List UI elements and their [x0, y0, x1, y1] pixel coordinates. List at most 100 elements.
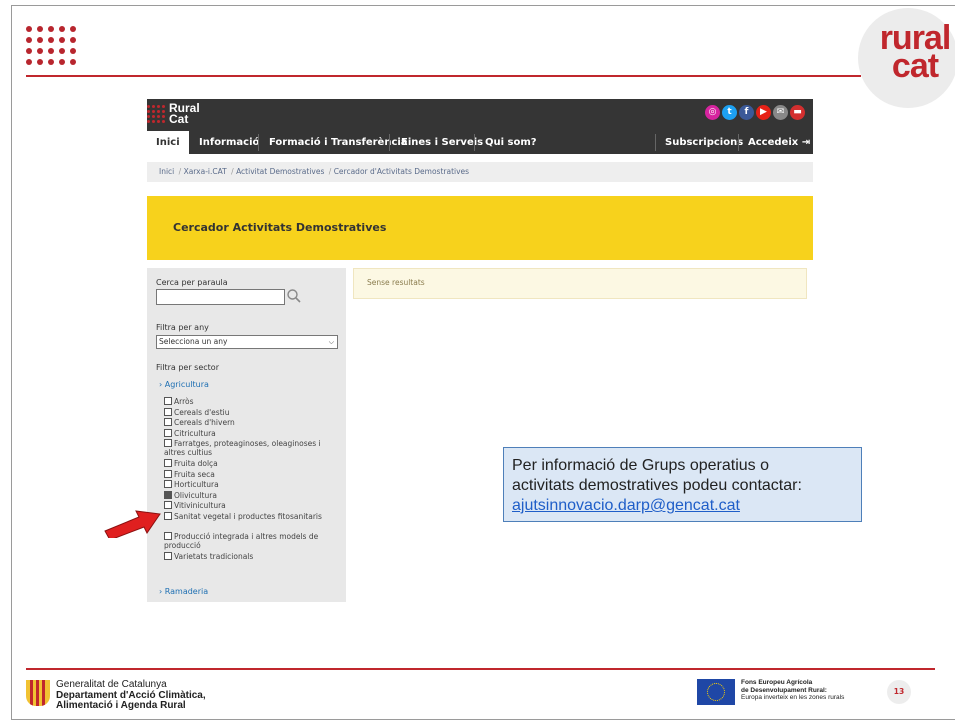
sector-option[interactable]: Olivicultura — [164, 490, 339, 500]
checkbox[interactable] — [164, 428, 172, 437]
nav-item-informacio[interactable]: Informació — [199, 131, 259, 154]
sector-option[interactable]: Cereals d'estiu — [164, 407, 339, 417]
feader-line3: Europa inverteix en les zones rurals — [741, 694, 845, 701]
contact-email-link[interactable]: ajutsinnovacio.darp@gencat.cat — [512, 497, 740, 514]
catalan-shield-icon — [26, 680, 50, 706]
search-input[interactable] — [156, 289, 285, 305]
gen-line3: Alimentació i Agenda Rural — [56, 700, 186, 711]
print-icon[interactable]: ▬ — [790, 105, 805, 120]
site-header: Rural Cat ◎ t f ▶ ✉ ▬ Inici Informació Formaci… — [147, 99, 813, 154]
sector-option-label: Producció integrada i altres models de p… — [164, 531, 319, 550]
sector-option[interactable]: Citricultura — [164, 428, 339, 438]
sector-option[interactable]: Fruita seca — [164, 469, 339, 479]
sector-option-label: Olivicultura — [174, 490, 217, 500]
callout-line1: Per informació de Grups operatius o — [512, 457, 770, 474]
year-select[interactable]: Selecciona un any ⌵ — [156, 335, 338, 349]
sector-option[interactable]: Varietats tradicionals — [164, 551, 339, 561]
year-filter-label: Filtra per any — [156, 323, 209, 332]
site-logo[interactable]: Rural Cat — [147, 99, 227, 131]
email-icon[interactable]: ✉ — [773, 105, 788, 120]
nav-item-formacio[interactable]: Formació i Transferència — [269, 131, 408, 154]
breadcrumb-item[interactable]: Activitat Demostratives — [236, 167, 324, 176]
contact-callout: Per informació de Grups operatius o acti… — [503, 447, 862, 522]
breadcrumb-item[interactable]: Xarxa-i.CAT — [184, 167, 227, 176]
sector-option[interactable]: Sanitat vegetal i productes fitosanitari… — [164, 511, 339, 521]
chevron-down-icon: ⌵ — [328, 338, 334, 346]
gen-line1: Generalitat de Catalunya — [56, 679, 167, 690]
breadcrumb: Inici / Xarxa-i.CAT / Activitat Demostra… — [147, 162, 813, 182]
dots-logo — [26, 26, 96, 70]
sector-option-label: Cereals d'estiu — [174, 407, 230, 417]
checkbox[interactable] — [164, 551, 172, 560]
sector-option-label: Farratges, proteaginoses, oleaginoses i … — [164, 439, 321, 457]
sector-option[interactable]: Arròs — [164, 397, 339, 406]
sector-option-label: Fruita dolça — [174, 459, 218, 468]
nav-item-inici[interactable]: Inici — [147, 131, 189, 154]
sector-option[interactable]: Fruita dolça — [164, 459, 339, 468]
feader-line2: de Desenvolupament Rural: — [741, 686, 827, 694]
page-banner: Cercador Activitats Demostratives — [147, 196, 813, 260]
facebook-icon[interactable]: f — [739, 105, 754, 120]
instagram-icon[interactable]: ◎ — [705, 105, 720, 120]
checkbox[interactable] — [164, 480, 172, 488]
search-label: Cerca per paraula — [156, 278, 228, 287]
checkbox[interactable] — [164, 397, 172, 405]
sector-option[interactable]: Cereals d'hivern — [164, 418, 339, 427]
results-text: Sense resultats — [367, 278, 425, 287]
breadcrumb-current: Cercador d'Activitats Demostratives — [333, 167, 470, 176]
footer-divider — [26, 668, 935, 670]
checkbox[interactable] — [164, 418, 172, 426]
site-logo-line2: Cat — [169, 112, 189, 126]
sector-option-label: Arròs — [174, 397, 194, 406]
checkbox[interactable] — [164, 407, 172, 416]
site-logo-dots-icon — [147, 105, 165, 123]
filter-sidebar: Cerca per paraula Filtra per any Selecci… — [147, 268, 346, 602]
sector-filter-label: Filtra per sector — [156, 363, 219, 372]
year-select-value: Selecciona un any — [159, 337, 228, 346]
sector-option-label: Sanitat vegetal i productes fitosanitari… — [174, 511, 322, 521]
feader-text: Fons Europeu Agrícola de Desenvolupament… — [741, 679, 866, 702]
header-divider — [26, 75, 861, 77]
search-icon[interactable] — [286, 288, 302, 304]
eu-flag-icon — [697, 679, 735, 705]
nav-item-eines[interactable]: Eines i Serveis — [401, 131, 483, 154]
sector-option[interactable]: Horticultura — [164, 480, 339, 489]
sector-option-label: Horticultura — [174, 480, 219, 489]
callout-line2: activitats demostratives podeu contactar… — [512, 477, 802, 494]
category-agricultura-label: Agricultura — [164, 380, 209, 389]
checkbox-checked[interactable] — [164, 490, 172, 499]
red-arrow-icon — [104, 510, 161, 538]
twitter-icon[interactable]: t — [722, 105, 737, 120]
checkbox[interactable] — [164, 511, 172, 520]
sector-option-label: Fruita seca — [174, 469, 215, 479]
sector-option[interactable]: Farratges, proteaginoses, oleaginoses i … — [164, 439, 339, 457]
checkbox[interactable] — [164, 439, 172, 447]
youtube-icon[interactable]: ▶ — [756, 105, 771, 120]
social-links: ◎ t f ▶ ✉ ▬ — [703, 105, 805, 121]
checkbox[interactable] — [164, 469, 172, 478]
feader-line1: Fons Europeu Agrícola — [741, 679, 813, 686]
nav-item-qui-som[interactable]: Qui som? — [485, 131, 537, 154]
results-alert: Sense resultats — [353, 268, 807, 299]
page-number: 13 — [887, 680, 911, 704]
nav-item-accedeix[interactable]: Accedeix ⇥ — [748, 131, 810, 154]
accedeix-label: Accedeix — [748, 137, 799, 148]
checkbox[interactable] — [164, 501, 172, 509]
checkbox[interactable] — [164, 531, 172, 540]
category-agricultura[interactable]: › Agricultura — [159, 380, 209, 389]
sector-option-label: Citricultura — [174, 428, 216, 438]
sector-option[interactable]: Vitivinicultura — [164, 501, 339, 510]
sector-option-label: Vitivinicultura — [174, 501, 226, 510]
sector-option[interactable]: Producció integrada i altres models de p… — [164, 531, 339, 550]
checkbox[interactable] — [164, 459, 172, 467]
breadcrumb-item[interactable]: Inici — [159, 167, 174, 176]
nav-item-subscripcions[interactable]: Subscripcions — [665, 131, 743, 154]
ruralcat-brand-badge: rural cat — [858, 8, 955, 108]
category-ramaderia[interactable]: › Ramaderia — [159, 587, 208, 596]
login-icon: ⇥ — [801, 137, 811, 148]
sector-option-label: Varietats tradicionals — [174, 551, 254, 561]
page-title: Cercador Activitats Demostratives — [173, 221, 387, 234]
category-ramaderia-label: Ramaderia — [164, 587, 209, 596]
main-nav: Inici Informació Formació i Transferènci… — [147, 131, 813, 154]
sector-option-label: Cereals d'hivern — [174, 418, 235, 427]
